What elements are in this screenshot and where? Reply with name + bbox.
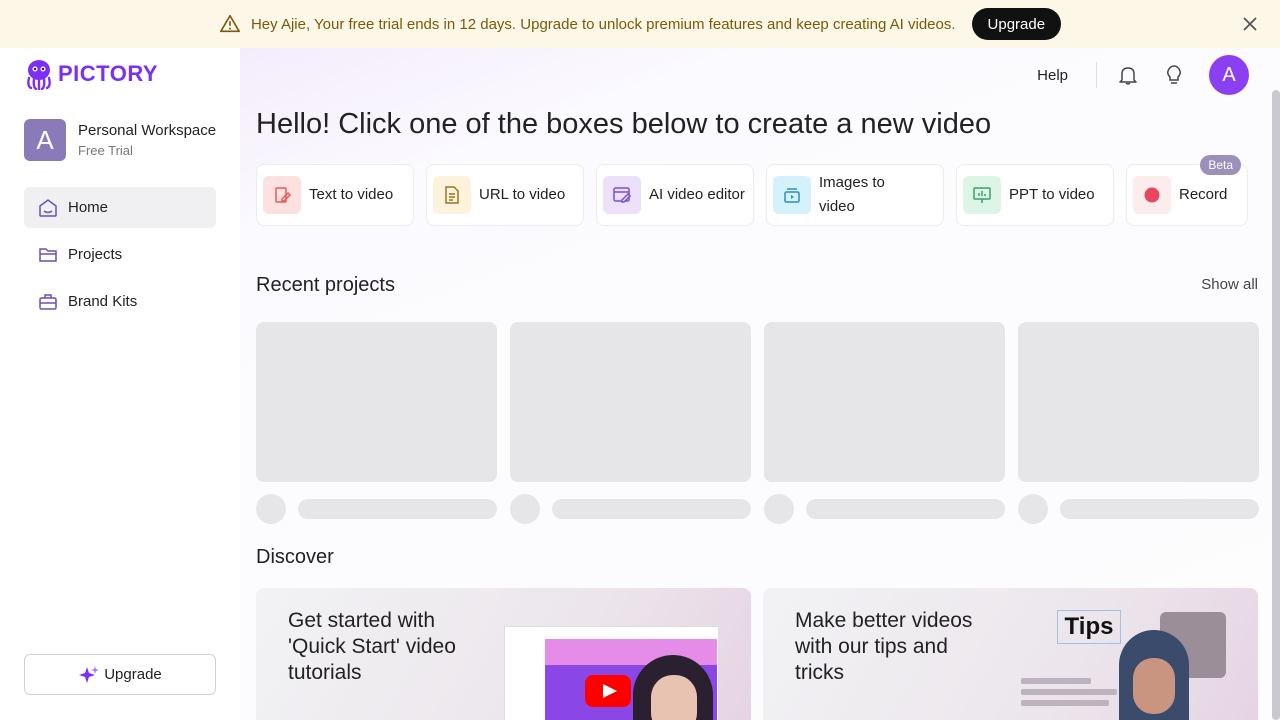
show-all-link[interactable]: Show all	[1201, 276, 1258, 293]
scrollbar[interactable]	[1272, 90, 1280, 720]
upgrade-label: Upgrade	[104, 666, 162, 683]
workspace-switcher[interactable]: A Personal Workspace Free Trial	[24, 119, 216, 161]
tutorial-thumbnail	[504, 626, 719, 720]
sidebar: PICTORY A Personal Workspace Free Trial …	[0, 48, 240, 720]
record-card[interactable]: Record Beta	[1126, 155, 1248, 226]
card-label: PPT to video	[1009, 186, 1095, 203]
text-to-video-card[interactable]: Text to video	[256, 164, 414, 226]
card-label: Record	[1179, 186, 1228, 203]
workspace-avatar: A	[24, 119, 66, 161]
url-doc-icon	[433, 176, 471, 214]
record-icon	[1133, 176, 1171, 214]
briefcase-icon	[39, 293, 57, 310]
card-label: Images to video	[819, 174, 885, 215]
sidebar-upgrade-button[interactable]: Upgrade	[24, 654, 216, 695]
sidebar-item-label: Projects	[68, 246, 123, 263]
project-skeleton	[1018, 322, 1259, 524]
sidebar-item-label: Brand Kits	[68, 293, 138, 310]
url-to-video-card[interactable]: URL to video	[426, 164, 584, 226]
youtube-play-icon	[585, 675, 631, 707]
workspace-plan: Free Trial	[78, 143, 133, 158]
main-content: Help A Hello! Click one of the boxes bel…	[240, 48, 1280, 720]
beta-badge: Beta	[1200, 155, 1241, 175]
sidebar-nav: Home Projects Brand Kits	[24, 187, 216, 328]
tips-card[interactable]: Make better videos with our tips and tri…	[763, 588, 1258, 720]
project-skeleton	[510, 322, 751, 524]
images-icon	[773, 176, 811, 214]
card-label: URL to video	[479, 186, 566, 203]
workspace-name: Personal Workspace	[78, 122, 217, 139]
recent-projects-title: Recent projects	[256, 274, 395, 296]
ai-video-editor-card[interactable]: AI video editor	[596, 164, 754, 226]
trial-message: Hey Ajie, Your free trial ends in 12 day…	[250, 15, 956, 33]
sparkle-icon	[79, 665, 100, 683]
card-label: AI video editor	[649, 186, 745, 203]
sidebar-item-projects[interactable]: Projects	[24, 234, 216, 275]
home-icon	[39, 198, 57, 217]
warning-icon	[219, 14, 240, 33]
presentation-icon	[963, 176, 1001, 214]
top-bar: Help A	[1037, 48, 1280, 102]
brand-name: PICTORY	[58, 61, 159, 86]
sidebar-item-brand-kits[interactable]: Brand Kits	[24, 281, 216, 322]
trial-banner: Hey Ajie, Your free trial ends in 12 day…	[0, 0, 1280, 48]
text-to-video-icon	[263, 176, 301, 214]
presenter-image	[1119, 630, 1189, 720]
create-options: Text to video URL to video AI video edit…	[256, 155, 1260, 226]
lightbulb-icon[interactable]	[1163, 64, 1185, 86]
discover-cards: Get started with 'Quick Start' video tut…	[256, 588, 1258, 720]
pictory-logo[interactable]: PICTORY	[24, 58, 158, 90]
folder-icon	[39, 247, 57, 262]
discover-title: Discover	[256, 546, 334, 568]
banner-upgrade-button[interactable]: Upgrade	[971, 8, 1062, 40]
octopus-logo-icon	[27, 60, 51, 90]
ppt-to-video-card[interactable]: PPT to video	[956, 164, 1114, 226]
text-lines-decor	[1021, 678, 1117, 711]
recent-projects-list	[256, 322, 1259, 524]
project-skeleton	[764, 322, 1005, 524]
card-label: Text to video	[309, 186, 394, 203]
bell-icon[interactable]	[1117, 64, 1139, 86]
sidebar-item-home[interactable]: Home	[24, 187, 216, 228]
quick-start-card[interactable]: Get started with 'Quick Start' video tut…	[256, 588, 751, 720]
sidebar-item-label: Home	[68, 199, 109, 216]
discover-card-title: Make better videos with our tips and tri…	[795, 609, 973, 684]
page-title: Hello! Click one of the boxes below to c…	[256, 108, 992, 140]
divider	[1096, 62, 1097, 88]
user-avatar[interactable]: A	[1209, 55, 1249, 95]
discover-card-title: Get started with 'Quick Start' video tut…	[288, 609, 456, 684]
close-icon[interactable]	[1240, 14, 1260, 34]
help-link[interactable]: Help	[1037, 67, 1068, 84]
video-edit-icon	[603, 176, 641, 214]
tips-overlay: Tips	[1057, 610, 1121, 644]
project-skeleton	[256, 322, 497, 524]
images-to-video-card[interactable]: Images to video	[766, 164, 944, 226]
